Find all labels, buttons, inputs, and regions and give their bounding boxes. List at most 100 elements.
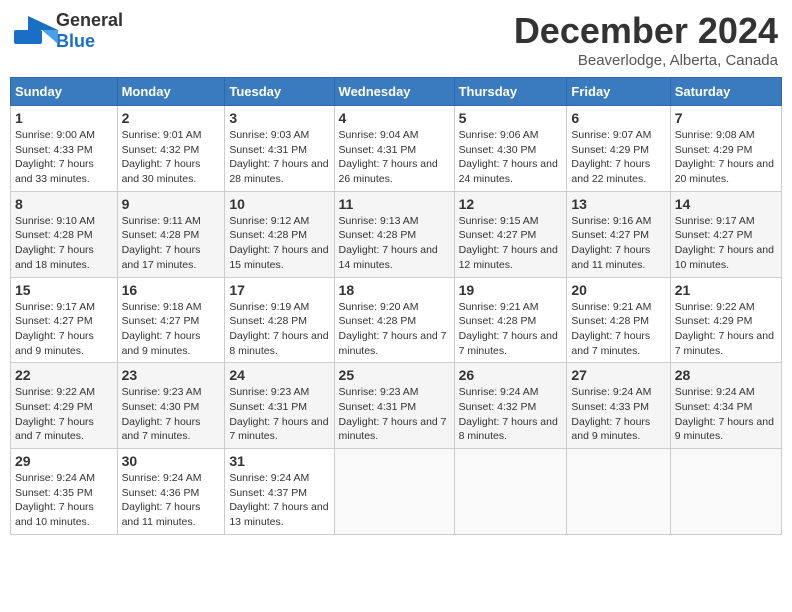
day-number: 24 (229, 367, 329, 383)
logo-icon (14, 16, 54, 46)
day-info: Sunrise: 9:11 AM Sunset: 4:28 PM Dayligh… (122, 214, 221, 273)
day-number: 16 (122, 282, 221, 298)
day-number: 23 (122, 367, 221, 383)
day-number: 27 (571, 367, 665, 383)
day-info: Sunrise: 9:24 AM Sunset: 4:35 PM Dayligh… (15, 471, 113, 530)
title-block: December 2024 Beaverlodge, Alberta, Cana… (514, 10, 778, 69)
day-number: 4 (339, 110, 450, 126)
day-info: Sunrise: 9:22 AM Sunset: 4:29 PM Dayligh… (15, 385, 113, 444)
day-number: 17 (229, 282, 329, 298)
calendar-table: SundayMondayTuesdayWednesdayThursdayFrid… (10, 77, 782, 535)
day-info: Sunrise: 9:10 AM Sunset: 4:28 PM Dayligh… (15, 214, 113, 273)
day-cell (670, 449, 781, 535)
day-info: Sunrise: 9:12 AM Sunset: 4:28 PM Dayligh… (229, 214, 329, 273)
day-info: Sunrise: 9:17 AM Sunset: 4:27 PM Dayligh… (15, 300, 113, 359)
logo-text: General Blue (56, 10, 123, 52)
header-tuesday: Tuesday (225, 78, 334, 106)
day-info: Sunrise: 9:23 AM Sunset: 4:31 PM Dayligh… (229, 385, 329, 444)
day-cell: 27 Sunrise: 9:24 AM Sunset: 4:33 PM Dayl… (567, 363, 670, 449)
header-friday: Friday (567, 78, 670, 106)
week-row-3: 15 Sunrise: 9:17 AM Sunset: 4:27 PM Dayl… (11, 277, 782, 363)
day-cell: 15 Sunrise: 9:17 AM Sunset: 4:27 PM Dayl… (11, 277, 118, 363)
day-cell: 14 Sunrise: 9:17 AM Sunset: 4:27 PM Dayl… (670, 191, 781, 277)
day-number: 28 (675, 367, 777, 383)
day-cell: 24 Sunrise: 9:23 AM Sunset: 4:31 PM Dayl… (225, 363, 334, 449)
day-info: Sunrise: 9:08 AM Sunset: 4:29 PM Dayligh… (675, 128, 777, 187)
day-number: 30 (122, 453, 221, 469)
day-info: Sunrise: 9:13 AM Sunset: 4:28 PM Dayligh… (339, 214, 450, 273)
week-row-2: 8 Sunrise: 9:10 AM Sunset: 4:28 PM Dayli… (11, 191, 782, 277)
day-cell: 7 Sunrise: 9:08 AM Sunset: 4:29 PM Dayli… (670, 106, 781, 192)
day-info: Sunrise: 9:20 AM Sunset: 4:28 PM Dayligh… (339, 300, 450, 359)
header-thursday: Thursday (454, 78, 567, 106)
day-number: 1 (15, 110, 113, 126)
page-header: General Blue December 2024 Beaverlodge, … (10, 10, 782, 69)
day-cell: 1 Sunrise: 9:00 AM Sunset: 4:33 PM Dayli… (11, 106, 118, 192)
day-info: Sunrise: 9:22 AM Sunset: 4:29 PM Dayligh… (675, 300, 777, 359)
day-cell: 21 Sunrise: 9:22 AM Sunset: 4:29 PM Dayl… (670, 277, 781, 363)
logo: General Blue (14, 10, 123, 52)
day-info: Sunrise: 9:23 AM Sunset: 4:31 PM Dayligh… (339, 385, 450, 444)
day-number: 25 (339, 367, 450, 383)
day-cell: 23 Sunrise: 9:23 AM Sunset: 4:30 PM Dayl… (117, 363, 225, 449)
day-number: 26 (459, 367, 563, 383)
day-number: 9 (122, 196, 221, 212)
day-cell: 13 Sunrise: 9:16 AM Sunset: 4:27 PM Dayl… (567, 191, 670, 277)
day-cell: 18 Sunrise: 9:20 AM Sunset: 4:28 PM Dayl… (334, 277, 454, 363)
header-sunday: Sunday (11, 78, 118, 106)
day-cell: 17 Sunrise: 9:19 AM Sunset: 4:28 PM Dayl… (225, 277, 334, 363)
day-cell (454, 449, 567, 535)
day-cell: 29 Sunrise: 9:24 AM Sunset: 4:35 PM Dayl… (11, 449, 118, 535)
header-monday: Monday (117, 78, 225, 106)
day-number: 19 (459, 282, 563, 298)
day-cell (567, 449, 670, 535)
day-info: Sunrise: 9:23 AM Sunset: 4:30 PM Dayligh… (122, 385, 221, 444)
day-cell: 2 Sunrise: 9:01 AM Sunset: 4:32 PM Dayli… (117, 106, 225, 192)
day-number: 11 (339, 196, 450, 212)
day-info: Sunrise: 9:24 AM Sunset: 4:37 PM Dayligh… (229, 471, 329, 530)
header-wednesday: Wednesday (334, 78, 454, 106)
day-info: Sunrise: 9:16 AM Sunset: 4:27 PM Dayligh… (571, 214, 665, 273)
day-info: Sunrise: 9:21 AM Sunset: 4:28 PM Dayligh… (571, 300, 665, 359)
day-cell: 8 Sunrise: 9:10 AM Sunset: 4:28 PM Dayli… (11, 191, 118, 277)
day-info: Sunrise: 9:01 AM Sunset: 4:32 PM Dayligh… (122, 128, 221, 187)
day-info: Sunrise: 9:24 AM Sunset: 4:36 PM Dayligh… (122, 471, 221, 530)
day-cell: 5 Sunrise: 9:06 AM Sunset: 4:30 PM Dayli… (454, 106, 567, 192)
day-number: 10 (229, 196, 329, 212)
day-cell: 12 Sunrise: 9:15 AM Sunset: 4:27 PM Dayl… (454, 191, 567, 277)
day-number: 31 (229, 453, 329, 469)
day-cell: 28 Sunrise: 9:24 AM Sunset: 4:34 PM Dayl… (670, 363, 781, 449)
day-number: 21 (675, 282, 777, 298)
day-cell: 6 Sunrise: 9:07 AM Sunset: 4:29 PM Dayli… (567, 106, 670, 192)
day-number: 20 (571, 282, 665, 298)
day-number: 6 (571, 110, 665, 126)
day-info: Sunrise: 9:17 AM Sunset: 4:27 PM Dayligh… (675, 214, 777, 273)
day-info: Sunrise: 9:03 AM Sunset: 4:31 PM Dayligh… (229, 128, 329, 187)
day-cell: 30 Sunrise: 9:24 AM Sunset: 4:36 PM Dayl… (117, 449, 225, 535)
day-number: 2 (122, 110, 221, 126)
day-number: 5 (459, 110, 563, 126)
day-info: Sunrise: 9:19 AM Sunset: 4:28 PM Dayligh… (229, 300, 329, 359)
calendar-body: 1 Sunrise: 9:00 AM Sunset: 4:33 PM Dayli… (11, 106, 782, 535)
week-row-4: 22 Sunrise: 9:22 AM Sunset: 4:29 PM Dayl… (11, 363, 782, 449)
day-info: Sunrise: 9:06 AM Sunset: 4:30 PM Dayligh… (459, 128, 563, 187)
day-info: Sunrise: 9:24 AM Sunset: 4:33 PM Dayligh… (571, 385, 665, 444)
day-cell: 4 Sunrise: 9:04 AM Sunset: 4:31 PM Dayli… (334, 106, 454, 192)
day-info: Sunrise: 9:24 AM Sunset: 4:32 PM Dayligh… (459, 385, 563, 444)
day-number: 29 (15, 453, 113, 469)
day-info: Sunrise: 9:15 AM Sunset: 4:27 PM Dayligh… (459, 214, 563, 273)
day-cell: 20 Sunrise: 9:21 AM Sunset: 4:28 PM Dayl… (567, 277, 670, 363)
day-cell: 22 Sunrise: 9:22 AM Sunset: 4:29 PM Dayl… (11, 363, 118, 449)
day-cell: 16 Sunrise: 9:18 AM Sunset: 4:27 PM Dayl… (117, 277, 225, 363)
day-number: 8 (15, 196, 113, 212)
logo-general: General (56, 10, 123, 30)
day-number: 22 (15, 367, 113, 383)
day-cell: 9 Sunrise: 9:11 AM Sunset: 4:28 PM Dayli… (117, 191, 225, 277)
day-info: Sunrise: 9:24 AM Sunset: 4:34 PM Dayligh… (675, 385, 777, 444)
day-number: 3 (229, 110, 329, 126)
day-number: 12 (459, 196, 563, 212)
location: Beaverlodge, Alberta, Canada (514, 52, 778, 69)
day-info: Sunrise: 9:00 AM Sunset: 4:33 PM Dayligh… (15, 128, 113, 187)
week-row-5: 29 Sunrise: 9:24 AM Sunset: 4:35 PM Dayl… (11, 449, 782, 535)
day-cell: 10 Sunrise: 9:12 AM Sunset: 4:28 PM Dayl… (225, 191, 334, 277)
